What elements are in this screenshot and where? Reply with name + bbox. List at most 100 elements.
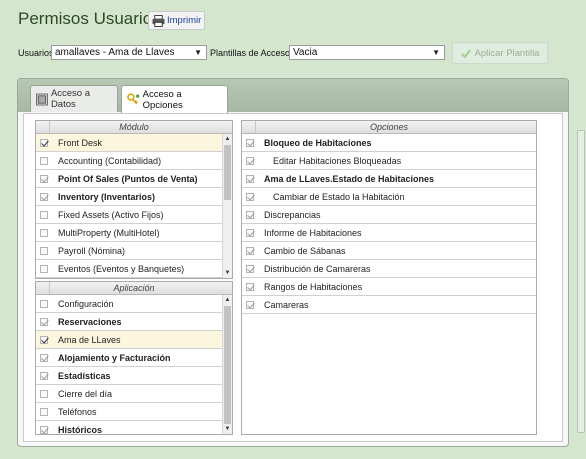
aplicacion-row[interactable]: Alojamiento y Facturación	[36, 349, 232, 367]
aplicacion-row[interactable]: Reservaciones	[36, 313, 232, 331]
checkbox[interactable]	[40, 317, 48, 326]
modulos-row[interactable]: Point Of Sales (Puntos de Venta)	[36, 170, 232, 188]
checkbox[interactable]	[40, 425, 48, 434]
opciones-row[interactable]: Bloqueo de Habitaciones	[242, 134, 536, 152]
opciones-row-label: Editar Habitaciones Bloqueadas	[273, 155, 402, 166]
tab-content: Módulo Front Desk Accounting (Contabilida…	[23, 113, 563, 442]
aplicacion-row[interactable]: Cierre del día	[36, 385, 232, 403]
scroll-thumb[interactable]	[224, 145, 231, 200]
modulos-row[interactable]: Inventory (Inventarios)	[36, 188, 232, 206]
scroll-down-icon[interactable]: ▼	[223, 424, 232, 434]
templates-label: Plantillas de Accesos	[210, 48, 295, 58]
checkbox[interactable]	[40, 246, 48, 255]
opciones-row[interactable]: Camareras	[242, 296, 536, 314]
key-icon	[127, 93, 140, 105]
aplicacion-row-label: Reservaciones	[58, 316, 122, 327]
checkbox[interactable]	[40, 264, 48, 273]
checkbox[interactable]	[246, 156, 254, 165]
checkbox[interactable]	[246, 192, 254, 201]
checkbox[interactable]	[40, 389, 48, 398]
modulos-row[interactable]: Fixed Assets (Activo Fijos)	[36, 206, 232, 224]
checkbox[interactable]	[40, 210, 48, 219]
chevron-down-icon: ▼	[194, 48, 202, 57]
checkbox[interactable]	[40, 371, 48, 380]
checkbox[interactable]	[246, 264, 254, 273]
tab-acceso-datos-label: Acceso a Datos	[50, 88, 91, 110]
aplicacion-header-label: Aplicación	[113, 283, 155, 293]
aplicacion-row[interactable]: Estadísticas	[36, 367, 232, 385]
checkbox[interactable]	[246, 282, 254, 291]
opciones-row-label: Camareras	[264, 299, 309, 310]
aplicacion-row[interactable]: Configuración	[36, 295, 232, 313]
opciones-header-label: Opciones	[369, 122, 409, 132]
checkbox[interactable]	[40, 353, 48, 362]
checkbox[interactable]	[40, 228, 48, 237]
tab-bar: Acceso a Datos Acceso a Opciones	[18, 79, 568, 113]
opciones-row-label: Informe de Habitaciones	[264, 227, 362, 238]
aplicacion-row-label: Alojamiento y Facturación	[58, 352, 171, 363]
print-label: Imprimir	[167, 15, 202, 26]
modulos-row[interactable]: MultiProperty (MultiHotel)	[36, 224, 232, 242]
opciones-header: Opciones	[242, 121, 536, 134]
checkbox[interactable]	[246, 174, 254, 183]
scroll-thumb[interactable]	[224, 306, 231, 424]
opciones-list: Bloqueo de Habitaciones Editar Habitacion…	[242, 134, 536, 314]
chevron-down-icon: ▼	[432, 48, 440, 57]
checkbox[interactable]	[246, 300, 254, 309]
modulos-row[interactable]: Front Desk	[36, 134, 232, 152]
scroll-up-icon[interactable]: ▲	[223, 295, 232, 305]
checkbox[interactable]	[40, 299, 48, 308]
opciones-row[interactable]: Ama de LLaves.Estado de Habitaciones	[242, 170, 536, 188]
opciones-row[interactable]: Informe de Habitaciones	[242, 224, 536, 242]
aplicacion-grid: Aplicación Configuración Reservaciones Ama…	[35, 281, 233, 435]
scroll-down-icon[interactable]: ▼	[223, 268, 232, 278]
checkbox[interactable]	[40, 192, 48, 201]
opciones-row[interactable]: Rangos de Habitaciones	[242, 278, 536, 296]
opciones-row-label: Cambio de Sábanas	[264, 245, 346, 256]
page-scrollbar[interactable]	[577, 130, 585, 433]
checkbox[interactable]	[40, 407, 48, 416]
template-select[interactable]: Vacia ▼	[289, 45, 445, 60]
aplicacion-row-label: Configuración	[58, 298, 114, 309]
printer-icon	[152, 14, 165, 27]
modulos-row[interactable]: Eventos (Eventos y Banquetes)	[36, 260, 232, 278]
checkbox[interactable]	[40, 156, 48, 165]
aplicacion-row-label: Estadísticas	[58, 370, 111, 381]
modulos-row-label: Fixed Assets (Activo Fijos)	[58, 209, 164, 220]
checkbox[interactable]	[246, 228, 254, 237]
aplicacion-scrollbar[interactable]: ▲ ▼	[222, 295, 232, 434]
checkbox[interactable]	[246, 246, 254, 255]
apply-template-button[interactable]: Aplicar Plantilla	[452, 42, 548, 64]
aplicacion-row-label: Teléfonos	[58, 406, 97, 417]
tab-panel: Acceso a Datos Acceso a Opciones Módulo …	[17, 78, 569, 447]
opciones-row[interactable]: Distribución de Camareras	[242, 260, 536, 278]
user-select[interactable]: amallaves - Ama de Llaves ▼	[51, 45, 207, 60]
modulos-row-label: Accounting (Contabilidad)	[58, 155, 162, 166]
database-icon	[36, 93, 48, 105]
tab-acceso-datos[interactable]: Acceso a Datos	[30, 85, 118, 112]
print-button[interactable]: Imprimir	[148, 11, 206, 30]
opciones-row[interactable]: Cambio de Sábanas	[242, 242, 536, 260]
aplicacion-row[interactable]: Ama de LLaves	[36, 331, 232, 349]
checkbox[interactable]	[40, 138, 48, 147]
scroll-up-icon[interactable]: ▲	[223, 134, 232, 144]
checkbox[interactable]	[40, 335, 48, 344]
modulo-scrollbar[interactable]: ▲ ▼	[222, 134, 232, 278]
checkbox[interactable]	[40, 174, 48, 183]
modulos-row[interactable]: Accounting (Contabilidad)	[36, 152, 232, 170]
aplicacion-header: Aplicación	[36, 282, 232, 295]
checkbox[interactable]	[246, 210, 254, 219]
aplicacion-row-label: Históricos	[58, 424, 103, 435]
opciones-row-label: Cambiar de Estado la Habitación	[273, 191, 405, 202]
tab-acceso-opciones-label: Acceso a Opciones	[142, 88, 183, 111]
tab-acceso-opciones[interactable]: Acceso a Opciones	[121, 85, 228, 113]
opciones-row-label: Bloqueo de Habitaciones	[264, 137, 372, 148]
modulo-grid: Módulo Front Desk Accounting (Contabilida…	[35, 120, 233, 279]
opciones-row[interactable]: Discrepancias	[242, 206, 536, 224]
opciones-row[interactable]: Editar Habitaciones Bloqueadas	[242, 152, 536, 170]
aplicacion-row[interactable]: Históricos	[36, 421, 232, 435]
modulos-row[interactable]: Payroll (Nómina)	[36, 242, 232, 260]
checkbox[interactable]	[246, 138, 254, 147]
opciones-row[interactable]: Cambiar de Estado la Habitación	[242, 188, 536, 206]
aplicacion-row[interactable]: Teléfonos	[36, 403, 232, 421]
